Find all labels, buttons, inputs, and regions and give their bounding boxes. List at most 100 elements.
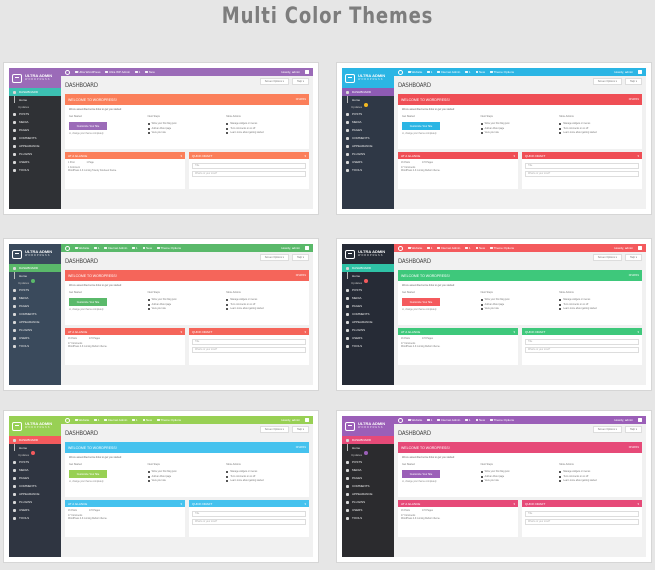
avatar[interactable]	[305, 70, 309, 74]
topbar-item[interactable]: New	[476, 418, 485, 422]
sidebar-item-posts[interactable]: POSTS	[9, 110, 61, 118]
draft-title-input[interactable]: Title	[525, 339, 639, 345]
change-theme-link[interactable]: or, change your theme completely	[402, 481, 481, 483]
draft-content-input[interactable]: What's on your mind?	[192, 347, 306, 353]
sidebar-subitem-home[interactable]: Home	[14, 272, 61, 279]
sidebar-item-dashboard[interactable]: DASHBOARD	[342, 88, 394, 96]
sidebar-item-media[interactable]: MEDIA	[9, 294, 61, 302]
sidebar-item-media[interactable]: MEDIA	[342, 118, 394, 126]
sidebar-item-plugins[interactable]: PLUGINS	[9, 498, 61, 506]
sidebar-item-media[interactable]: MEDIA	[9, 466, 61, 474]
wordpress-icon[interactable]	[65, 69, 70, 75]
sidebar-item-users[interactable]: USERS	[342, 158, 394, 166]
sidebar-item-posts[interactable]: POSTS	[9, 458, 61, 466]
glance-pages[interactable]: 172 Pages	[422, 510, 433, 512]
topbar-item[interactable]: 1	[132, 418, 138, 422]
topbar-item[interactable]: Website	[408, 70, 423, 74]
help-button[interactable]: Help ▾	[291, 254, 309, 261]
topbar-item[interactable]: Internet Admin	[104, 246, 127, 250]
sidebar-item-pages[interactable]: PAGES	[9, 302, 61, 310]
topbar-item[interactable]: Ultra WordPress	[75, 70, 101, 74]
topbar-item[interactable]: 1	[465, 70, 471, 74]
customize-site-button[interactable]: Customize Your Site	[402, 470, 440, 478]
glance-pages[interactable]: 172 Pages	[422, 162, 433, 164]
change-theme-link[interactable]: or, change your theme completely	[69, 481, 148, 483]
next-step-link[interactable]: View your site	[481, 131, 560, 136]
sidebar-item-appearance[interactable]: APPEARANCE	[9, 318, 61, 326]
sidebar-item-posts[interactable]: POSTS	[9, 286, 61, 294]
sidebar-item-media[interactable]: MEDIA	[9, 118, 61, 126]
sidebar-item-media[interactable]: MEDIA	[342, 466, 394, 474]
glance-pages[interactable]: 1 Page	[87, 162, 94, 164]
sidebar-item-users[interactable]: USERS	[342, 334, 394, 342]
toggle-arrow-icon[interactable]: ▾	[304, 330, 306, 334]
change-theme-link[interactable]: or, change your theme completely	[402, 133, 481, 135]
sidebar-item-users[interactable]: USERS	[342, 506, 394, 514]
topbar-item[interactable]: New	[143, 246, 152, 250]
topbar-item[interactable]: Internet Admin	[437, 246, 460, 250]
help-button[interactable]: Help ▾	[624, 78, 642, 85]
draft-title-input[interactable]: Title	[192, 511, 306, 517]
sidebar-item-dashboard[interactable]: DASHBOARD	[342, 436, 394, 444]
toggle-arrow-icon[interactable]: ▾	[513, 154, 515, 158]
sidebar-item-pages[interactable]: PAGES	[342, 302, 394, 310]
howdy-label[interactable]: Howdy, admin	[614, 418, 633, 422]
next-step-link[interactable]: View your site	[148, 307, 227, 312]
sidebar-item-plugins[interactable]: PLUGINS	[342, 150, 394, 158]
draft-title-input[interactable]: Title	[192, 339, 306, 345]
topbar-item[interactable]: 1	[465, 246, 471, 250]
topbar-item[interactable]: 1	[465, 418, 471, 422]
next-step-link[interactable]: View your site	[481, 479, 560, 484]
customize-site-button[interactable]: Customize Your Site	[69, 298, 107, 306]
topbar-item[interactable]: Theme Options	[157, 246, 182, 250]
topbar-item[interactable]: 1	[94, 418, 100, 422]
glance-posts[interactable]: 16 Posts	[401, 162, 410, 164]
screen-options-button[interactable]: Screen Options ▾	[259, 254, 289, 261]
sidebar-item-dashboard[interactable]: DASHBOARD	[9, 264, 61, 272]
sidebar-item-pages[interactable]: PAGES	[9, 474, 61, 482]
toggle-arrow-icon[interactable]: ▾	[637, 330, 639, 334]
dismiss-link[interactable]: Dismiss	[296, 446, 306, 449]
toggle-arrow-icon[interactable]: ▾	[180, 330, 182, 334]
sidebar-subitem-home[interactable]: Home	[347, 272, 394, 279]
wordpress-icon[interactable]	[65, 417, 70, 423]
change-theme-link[interactable]: or, change your theme completely	[69, 133, 148, 135]
help-button[interactable]: Help ▾	[624, 426, 642, 433]
topbar-item[interactable]: 1	[94, 246, 100, 250]
sidebar-subitem-home[interactable]: Home	[347, 444, 394, 451]
topbar-item[interactable]: Ultra WP Admin	[105, 70, 130, 74]
howdy-label[interactable]: Howdy, admin	[281, 70, 300, 74]
help-button[interactable]: Help ▾	[624, 254, 642, 261]
customize-site-button[interactable]: Customize Your Site	[69, 122, 107, 130]
topbar-item[interactable]: Website	[408, 418, 423, 422]
draft-content-input[interactable]: What's on your mind?	[525, 171, 639, 177]
sidebar-subitem-updates[interactable]: Updates	[342, 103, 394, 110]
change-theme-link[interactable]: or, change your theme completely	[69, 309, 148, 311]
toggle-arrow-icon[interactable]: ▾	[180, 502, 182, 506]
topbar-item[interactable]: Website	[75, 418, 90, 422]
screen-options-button[interactable]: Screen Options ▾	[592, 254, 622, 261]
next-step-link[interactable]: View your site	[481, 307, 560, 312]
screen-options-button[interactable]: Screen Options ▾	[259, 78, 289, 85]
sidebar-item-appearance[interactable]: APPEARANCE	[342, 490, 394, 498]
topbar-item[interactable]: Internet Admin	[104, 418, 127, 422]
theme-preview-blue-red[interactable]: ULTRA ADMIN WORDPRESS DASHBOARD Home Upd…	[336, 62, 652, 215]
topbar-item[interactable]: Internet Admin	[437, 418, 460, 422]
glance-posts[interactable]: 16 Posts	[401, 510, 410, 512]
screen-options-button[interactable]: Screen Options ▾	[259, 426, 289, 433]
sidebar-subitem-home[interactable]: Home	[14, 96, 61, 103]
sidebar-item-tools[interactable]: TOOLS	[342, 514, 394, 522]
howdy-label[interactable]: Howdy, admin	[281, 418, 300, 422]
topbar-item[interactable]: Website	[75, 246, 90, 250]
glance-comments[interactable]: 17 Comments	[401, 343, 415, 345]
sidebar-item-comments[interactable]: COMMENTS	[342, 310, 394, 318]
topbar-item[interactable]: Theme Options	[490, 70, 515, 74]
screen-options-button[interactable]: Screen Options ▾	[592, 78, 622, 85]
topbar-item[interactable]: Theme Options	[157, 418, 182, 422]
sidebar-item-dashboard[interactable]: DASHBOARD	[9, 88, 61, 96]
sidebar-subitem-home[interactable]: Home	[347, 96, 394, 103]
glance-posts[interactable]: 16 Posts	[68, 338, 77, 340]
sidebar-item-users[interactable]: USERS	[9, 506, 61, 514]
draft-title-input[interactable]: Title	[525, 163, 639, 169]
sidebar-item-appearance[interactable]: APPEARANCE	[342, 318, 394, 326]
